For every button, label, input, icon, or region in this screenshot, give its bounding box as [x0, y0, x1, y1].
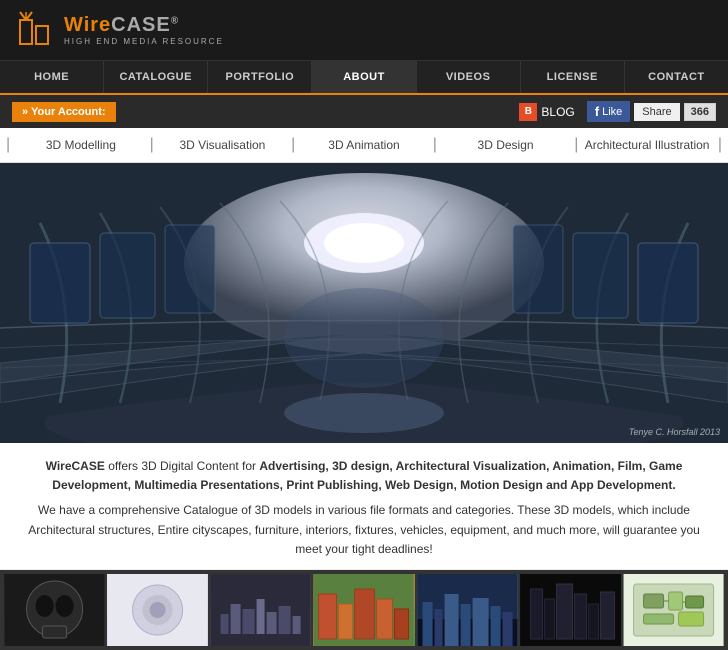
sub-nav-sep-1: |: [146, 136, 158, 154]
logo-registered: ®: [171, 15, 179, 26]
logo-wire: Wire: [64, 14, 111, 36]
sub-nav-sep-2: |: [287, 136, 299, 154]
nav-contact[interactable]: CONTACT: [625, 61, 728, 93]
site-header: WireCASE® HIGH END MEDIA RESOURCE: [0, 0, 728, 61]
sub-nav-3d-animation[interactable]: 3D Animation: [299, 138, 428, 152]
description-body: We have a comprehensive Catalogue of 3D …: [16, 501, 712, 559]
logo-text: WireCASE® HIGH END MEDIA RESOURCE: [64, 14, 224, 46]
brand-name: WireCASE: [46, 459, 105, 473]
logo: WireCASE® HIGH END MEDIA RESOURCE: [12, 8, 224, 52]
hero-credit: Tenye C. Horsfall 2013: [629, 427, 720, 437]
thumb-3[interactable]: [210, 574, 311, 646]
facebook-like-button[interactable]: f Like: [587, 101, 631, 122]
hero-image: Tenye C. Horsfall 2013: [0, 163, 728, 443]
sub-nav: | 3D Modelling | 3D Visualisation | 3D A…: [0, 128, 728, 163]
logo-wordmark: WireCASE®: [64, 14, 224, 37]
sub-nav-sep-4: |: [570, 136, 582, 154]
logo-icon: [12, 8, 56, 52]
sub-nav-3d-modelling[interactable]: 3D Modelling: [16, 138, 145, 152]
sub-nav-sep-5: |: [712, 136, 728, 154]
facebook-widget[interactable]: f Like Share 366: [587, 101, 716, 122]
desc-text-1: offers 3D Digital Content for: [108, 459, 259, 473]
thumb-1[interactable]: [4, 574, 105, 646]
sub-nav-3d-visualisation[interactable]: 3D Visualisation: [158, 138, 287, 152]
sub-nav-sep-0: |: [0, 136, 16, 154]
nav-catalogue[interactable]: CATALOGUE: [104, 61, 208, 93]
blog-icon: B: [519, 103, 537, 121]
sub-nav-sep-3: |: [429, 136, 441, 154]
like-label: Like: [602, 106, 622, 118]
logo-case: CASE: [111, 14, 171, 36]
main-nav: HOME CATALOGUE PORTFOLIO ABOUT VIDEOS LI…: [0, 61, 728, 95]
description-section: WireCASE offers 3D Digital Content for A…: [0, 443, 728, 570]
nav-license[interactable]: LICENSE: [521, 61, 625, 93]
share-count: 366: [684, 103, 716, 121]
thumb-7[interactable]: [623, 574, 724, 646]
thumbnail-strip: [0, 570, 728, 650]
account-button[interactable]: Your Account:: [12, 102, 116, 122]
sub-nav-arch-illustration[interactable]: Architectural Illustration: [582, 138, 711, 152]
thumb-6[interactable]: [520, 574, 621, 646]
facebook-f-icon: f: [595, 104, 599, 119]
nav-videos[interactable]: VIDEOS: [417, 61, 521, 93]
sub-nav-3d-design[interactable]: 3D Design: [441, 138, 570, 152]
nav-about[interactable]: ABOUT: [312, 61, 416, 93]
blog-button[interactable]: B BLOG: [519, 103, 574, 121]
logo-tagline: HIGH END MEDIA RESOURCE: [64, 37, 224, 46]
description-intro: WireCASE offers 3D Digital Content for A…: [16, 457, 712, 495]
hero-svg: [0, 163, 728, 443]
thumb-5[interactable]: [417, 574, 518, 646]
share-button[interactable]: Share: [634, 103, 679, 121]
nav-home[interactable]: HOME: [0, 61, 104, 93]
blog-label: BLOG: [541, 105, 574, 119]
thumb-4[interactable]: [313, 574, 414, 646]
thumb-2[interactable]: [107, 574, 208, 646]
toolbar: Your Account: B BLOG f Like Share 366: [0, 95, 728, 128]
nav-portfolio[interactable]: PORTFOLIO: [208, 61, 312, 93]
